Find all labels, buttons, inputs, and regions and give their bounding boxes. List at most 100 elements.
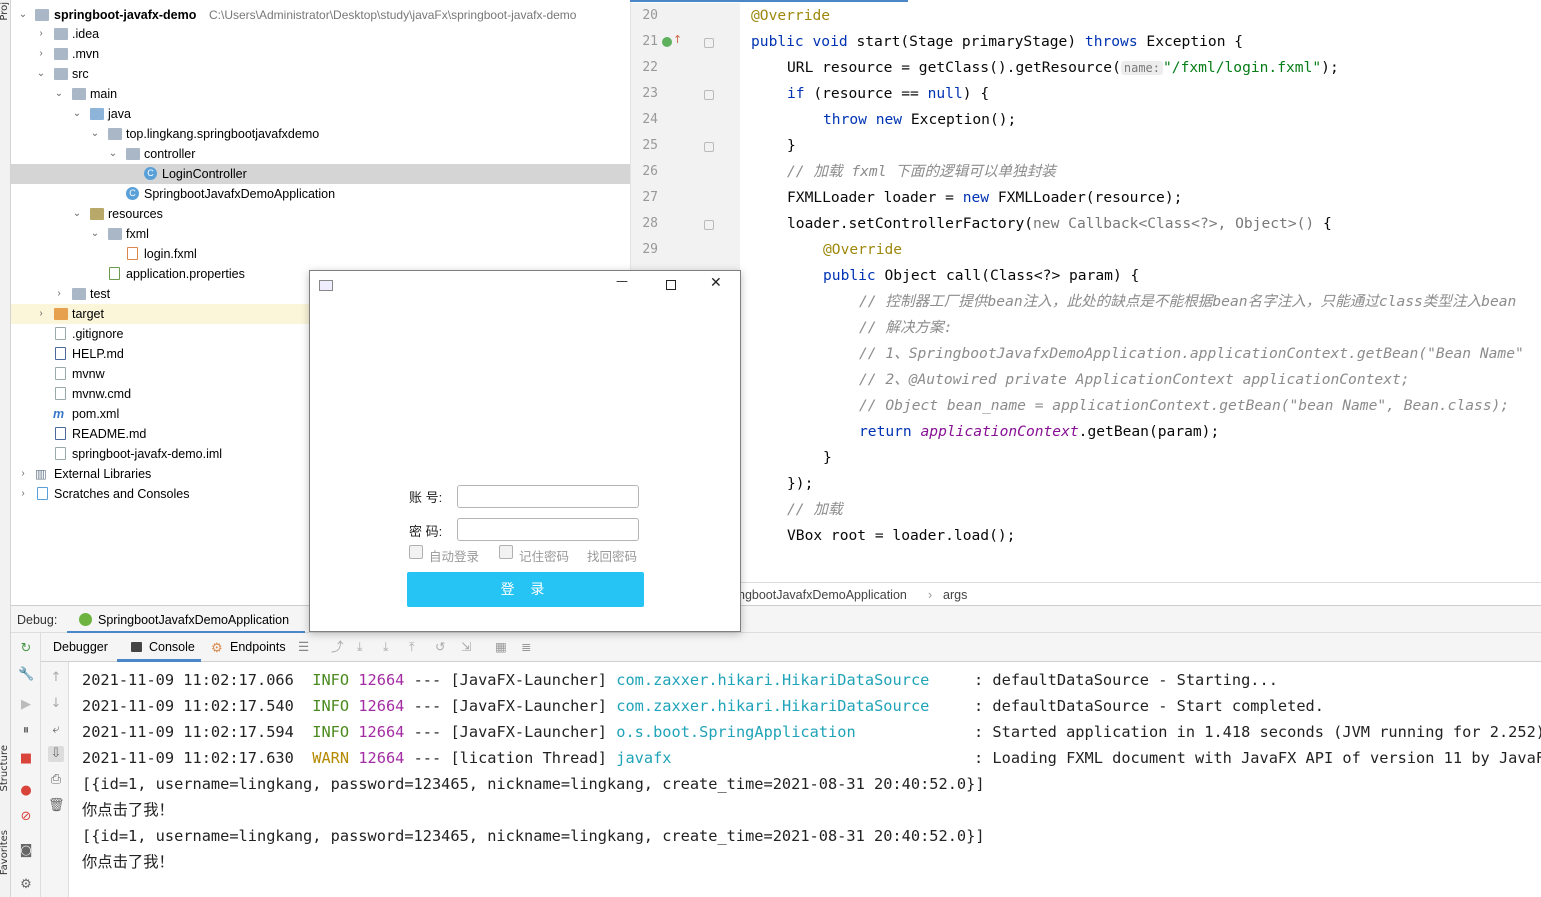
menu-icon[interactable]: ☰ [298, 633, 309, 662]
trace-icon[interactable]: ≣ [521, 633, 531, 662]
tree-item-label: java [108, 107, 131, 121]
tab-console[interactable]: Console [117, 633, 201, 662]
pause-icon[interactable]: ⏸ [18, 723, 34, 739]
tree-item-main[interactable]: ⌄ main [11, 84, 630, 104]
fold-icon[interactable] [704, 142, 714, 152]
rerun-icon[interactable]: ↻ [18, 641, 34, 657]
minimize-icon[interactable]: — [616, 274, 628, 288]
stop-icon[interactable]: ■ [18, 751, 34, 767]
folder-icon [72, 288, 86, 300]
chevron-down-icon[interactable]: ⌄ [53, 84, 65, 104]
login-button[interactable]: 登 录 [407, 572, 644, 607]
tree-item-login-controller[interactable]: C LoginController [11, 164, 630, 184]
code-editor[interactable]: @Override public void start(Stage primar… [740, 3, 1541, 582]
debug-session-tab[interactable]: SpringbootJavafxDemoApplication [67, 606, 305, 634]
drop-frame-icon[interactable]: ↺ [435, 633, 445, 662]
password-input[interactable] [457, 518, 639, 541]
tree-item-src[interactable]: ⌄ src [11, 64, 630, 84]
settings-gear-icon[interactable]: ⚙ [18, 877, 34, 893]
retrieve-password-link[interactable]: 找回密码 [587, 546, 637, 565]
account-input[interactable] [457, 485, 639, 508]
structure-tool-label[interactable]: Structure [0, 745, 10, 792]
wrench-icon[interactable]: 🔧 [18, 667, 34, 683]
tree-item-java[interactable]: ⌄ java [11, 104, 630, 124]
code-line: // 控制器工厂提供bean注入，此处的缺点是不能根据bean名字注入，只能通过… [859, 293, 1517, 310]
log-level: WARN [312, 749, 350, 767]
console-text-line: [{id=1, username=lingkang, password=1234… [82, 775, 985, 793]
debug-label: Debug: [17, 613, 58, 627]
mute-breakpoints-icon[interactable]: ⊘ [18, 809, 34, 825]
chevron-down-icon[interactable]: ⌄ [17, 5, 29, 25]
code-token: FXMLLoader loader = [787, 189, 963, 206]
remember-password-checkbox[interactable] [499, 545, 513, 559]
tree-item-resources[interactable]: ⌄ resources [11, 204, 630, 224]
code-token: start(Stage primaryStage) [847, 33, 1085, 50]
tree-item-fxml[interactable]: ⌄ fxml [11, 224, 630, 244]
tab-endpoints[interactable]: Endpoints [230, 633, 286, 662]
chevron-right-icon[interactable]: › [17, 484, 29, 504]
markdown-file-icon [55, 427, 66, 440]
chevron-down-icon[interactable]: ⌄ [107, 144, 119, 164]
code-line: URL resource = getClass().getResource(na… [787, 55, 1339, 81]
chevron-right-icon[interactable]: › [35, 44, 47, 64]
log-message: : defaultDataSource - Start completed. [974, 697, 1324, 715]
chevron-down-icon[interactable]: ⌄ [71, 104, 83, 124]
log-line: 2021-11-09 11:02:17.594 INFO 12664 --- [… [82, 719, 856, 745]
log-pid: 12664 [358, 671, 405, 689]
tree-item-controller[interactable]: ⌄ controller [11, 144, 630, 164]
libraries-icon: ▥ [35, 467, 47, 481]
scroll-to-end-icon[interactable]: ⇩ [48, 746, 64, 762]
trash-icon[interactable]: 🗑 [48, 798, 65, 814]
auto-login-checkbox[interactable] [409, 545, 423, 559]
chevron-down-icon[interactable]: ⌄ [89, 224, 101, 244]
tree-item-label: SpringbootJavafxDemoApplication [144, 187, 336, 201]
tab-debugger[interactable]: Debugger [53, 633, 108, 662]
close-icon[interactable]: ✕ [710, 275, 722, 291]
line-number: 29 [642, 242, 658, 257]
show-execution-point-icon[interactable]: ⤴ [331, 633, 344, 662]
down-arrow-icon[interactable]: ↓ [48, 696, 64, 712]
resume-icon[interactable]: ▶ [18, 697, 34, 713]
maximize-icon[interactable] [666, 280, 676, 290]
project-tool-label[interactable]: Proj [0, 2, 10, 21]
override-marker-icon[interactable] [662, 37, 672, 47]
chevron-right-icon[interactable]: › [53, 284, 65, 304]
breadcrumb-item[interactable]: ngbootJavafxDemoApplication [738, 583, 907, 607]
tree-item-login-fxml[interactable]: login.fxml [11, 244, 630, 264]
chevron-down-icon[interactable]: ⌄ [71, 204, 83, 224]
fold-icon[interactable] [704, 220, 714, 230]
chevron-down-icon[interactable]: ⌄ [89, 124, 101, 144]
auto-login-label[interactable]: 自动登录 [429, 546, 479, 565]
favorites-tool-label[interactable]: Favorites [0, 830, 10, 875]
chevron-right-icon[interactable]: › [35, 304, 47, 324]
endpoints-icon: ⚙ [211, 640, 223, 655]
tree-root[interactable]: ⌄ springboot-javafx-demo C:\Users\Admini… [11, 5, 630, 25]
soft-wrap-icon[interactable]: ⤶ [48, 722, 64, 738]
remember-password-label[interactable]: 记住密码 [519, 546, 569, 565]
step-into-icon[interactable]: ⤓ [383, 633, 389, 662]
chevron-right-icon[interactable]: › [17, 464, 29, 484]
step-over-icon[interactable]: ⤓ [357, 633, 363, 662]
up-arrow-icon[interactable]: ↑ [48, 670, 64, 686]
tree-item-idea[interactable]: › .idea [11, 24, 630, 44]
print-icon[interactable]: ⎙ [48, 772, 64, 788]
log-message: : Loading FXML document with JavaFX API … [974, 749, 1541, 767]
tree-item-label: mvnw [72, 367, 105, 381]
editor-active-tab-indicator [630, 0, 908, 2]
line-number: 28 [642, 216, 658, 231]
tree-item-mvn[interactable]: › .mvn [11, 44, 630, 64]
chevron-down-icon[interactable]: ⌄ [35, 64, 47, 84]
chevron-right-icon[interactable]: › [35, 24, 47, 44]
maven-icon: m [53, 407, 65, 421]
console-output[interactable]: 2021-11-09 11:02:17.066 INFO 12664 --- [… [69, 662, 1541, 897]
fold-icon[interactable] [704, 90, 714, 100]
fold-icon[interactable] [704, 38, 714, 48]
view-breakpoints-icon[interactable]: ● [18, 783, 34, 799]
run-to-cursor-icon[interactable]: ⇲ [461, 633, 471, 662]
breadcrumb-item[interactable]: args [943, 583, 967, 607]
evaluate-icon[interactable]: ▦ [495, 633, 507, 662]
tree-item-package[interactable]: ⌄ top.lingkang.springbootjavafxdemo [11, 124, 630, 144]
camera-icon[interactable]: ◙ [18, 843, 34, 859]
tree-item-application-class[interactable]: C SpringbootJavafxDemoApplication [11, 184, 630, 204]
step-out-icon[interactable]: ⤒ [409, 633, 415, 662]
